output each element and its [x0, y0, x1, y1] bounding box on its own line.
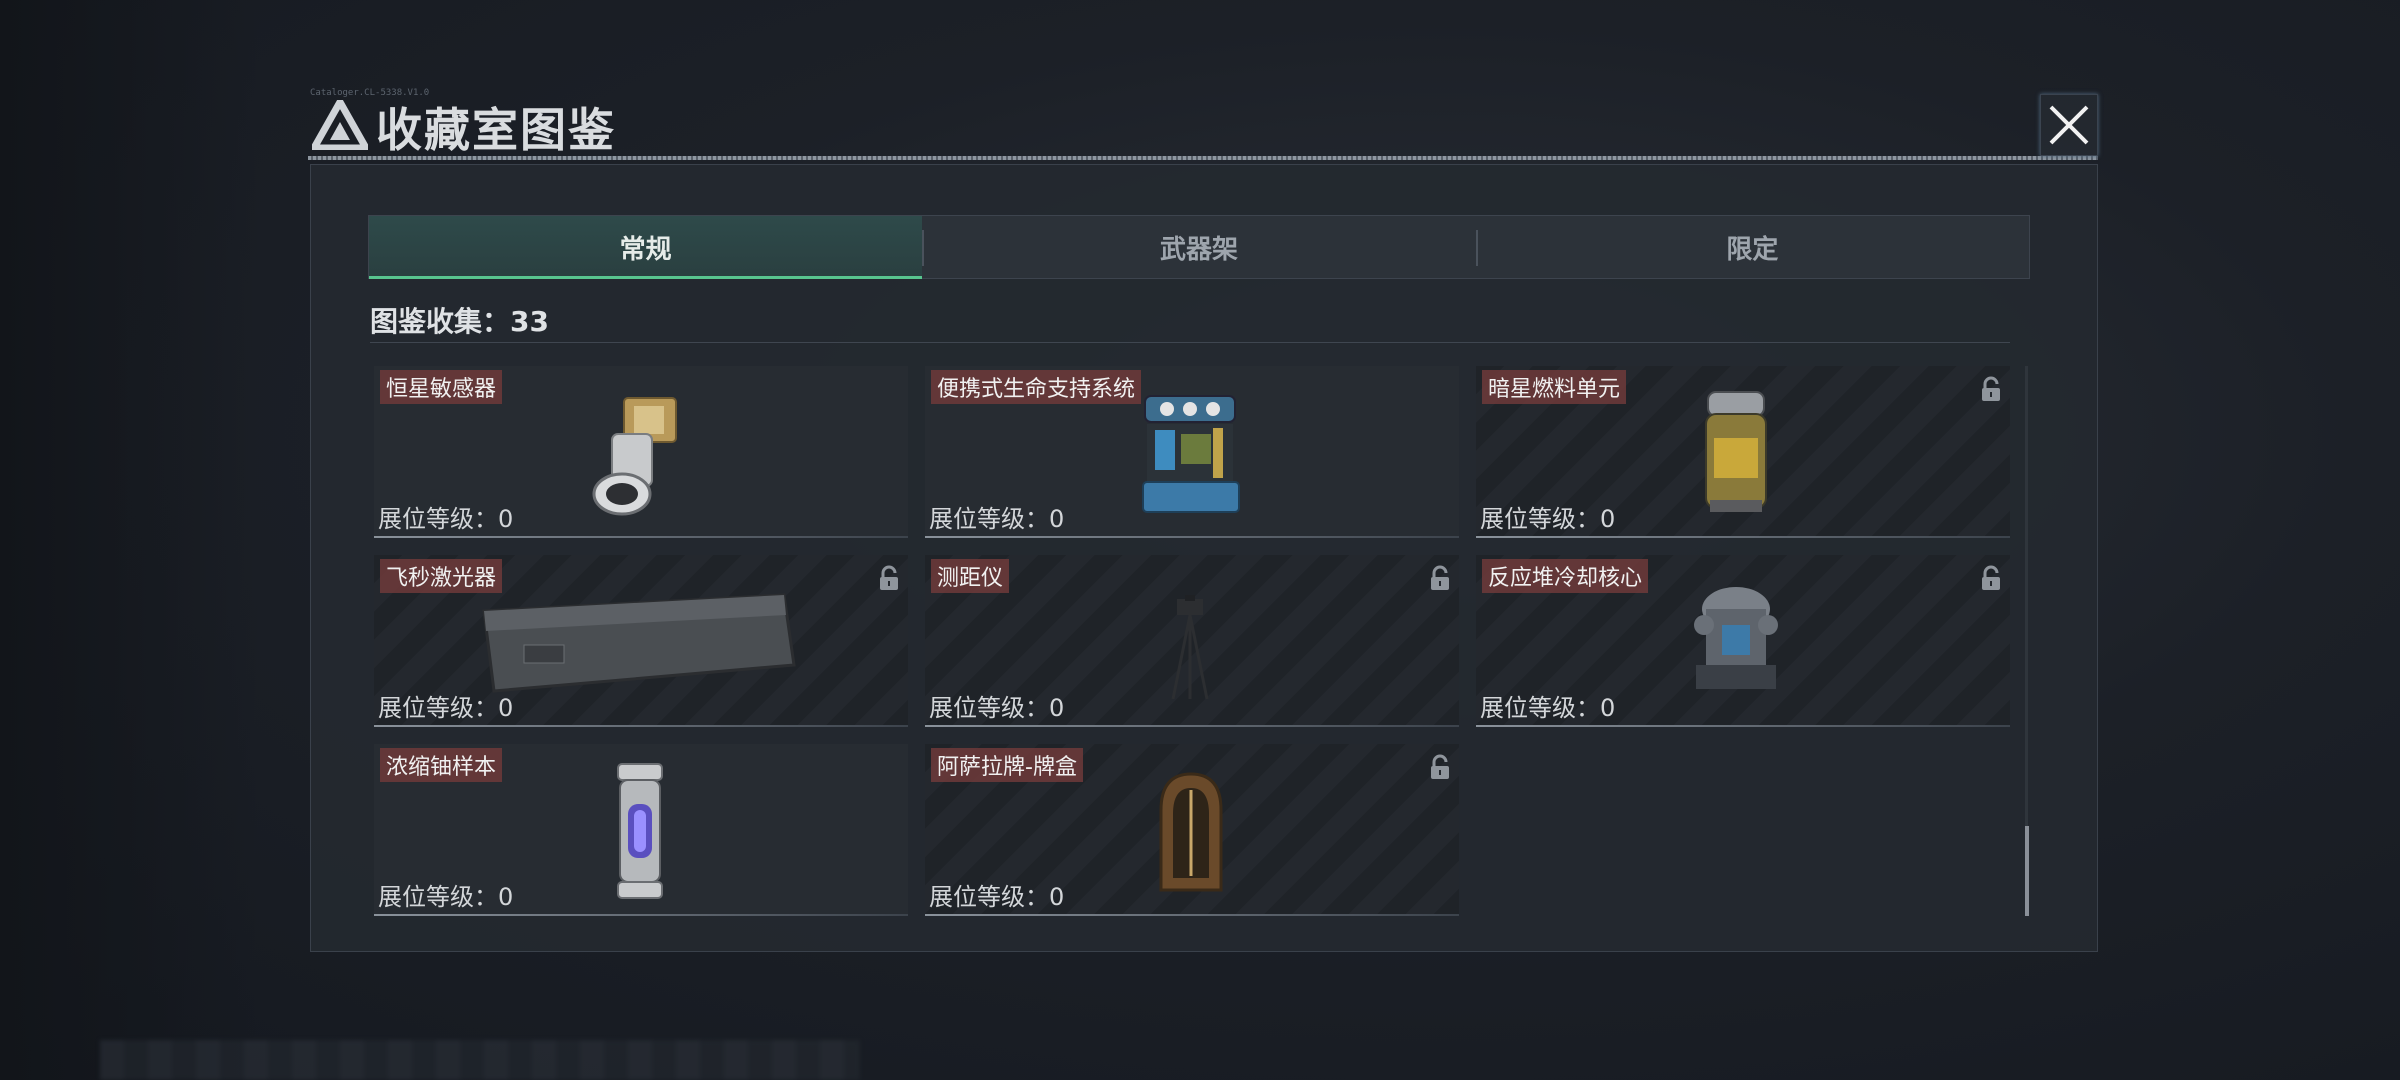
lock-icon — [1982, 565, 2000, 590]
card-name: 阿萨拉牌-牌盒 — [931, 748, 1083, 782]
catalog-card[interactable]: 便携式生命支持系统 展位等级：0 — [925, 366, 1459, 538]
catalog-card[interactable]: 浓缩铀样本 展位等级：0 — [374, 744, 908, 916]
laser-case-icon — [482, 593, 796, 693]
catalog-card[interactable]: 暗星燃料单元 展位等级：0 — [1476, 366, 2010, 538]
background-shade — [0, 0, 260, 1080]
background-blurred-text — [100, 1040, 860, 1080]
tab-label: 限定 — [1726, 234, 1779, 265]
lock-icon — [1982, 376, 2000, 401]
fuel-cell-icon — [1705, 391, 1767, 512]
title-bar: Cataloger.CL-5338.V1.0 收藏室图鉴 — [308, 88, 2098, 160]
card-name: 浓缩铀样本 — [380, 748, 503, 782]
uranium-capsule-icon — [617, 763, 663, 899]
tab-limited[interactable]: 限定 — [1475, 216, 2029, 278]
card-name: 恒星敏感器 — [380, 370, 503, 404]
booth-level: 展位等级：0 — [378, 694, 514, 722]
catalog-card[interactable]: 恒星敏感器 展位等级：0 — [374, 366, 908, 538]
tab-weapon-rack[interactable]: 武器架 — [922, 216, 1475, 278]
life-support-icon — [1142, 395, 1240, 513]
booth-level: 展位等级：0 — [929, 883, 1065, 911]
close-icon — [2049, 105, 2089, 145]
catalog-card[interactable]: 阿萨拉牌-牌盒 展位等级：0 — [925, 744, 1459, 916]
booth-level: 展位等级：0 — [378, 505, 514, 533]
reactor-core-icon — [1694, 587, 1778, 689]
catalog-card[interactable]: 飞秒激光器 展位等级：0 — [374, 555, 908, 727]
lock-icon — [880, 565, 898, 590]
card-name: 反应堆冷却核心 — [1482, 559, 1649, 593]
catalog-card[interactable]: 测距仪 展位等级：0 — [925, 555, 1459, 727]
lock-icon — [1431, 754, 1449, 779]
card-name: 便携式生命支持系统 — [931, 370, 1142, 404]
card-box-icon — [1159, 772, 1223, 892]
tab-label: 常规 — [619, 234, 672, 265]
tab-regular[interactable]: 常规 — [369, 216, 923, 279]
booth-level: 展位等级：0 — [929, 694, 1065, 722]
tab-label: 武器架 — [1159, 234, 1238, 265]
star-sensor-icon — [592, 397, 677, 516]
booth-level: 展位等级：0 — [1480, 505, 1616, 533]
tripod-icon — [1171, 595, 1209, 700]
page-title: 收藏室图鉴 — [376, 103, 616, 157]
tab-bar: 常规 武器架 限定 — [368, 215, 2030, 279]
card-name: 测距仪 — [931, 559, 1010, 593]
collection-count: 图鉴收集：33 — [370, 305, 549, 338]
card-name: 暗星燃料单元 — [1482, 370, 1627, 404]
lock-icon — [1431, 565, 1449, 590]
booth-level: 展位等级：0 — [929, 505, 1065, 533]
close-button[interactable] — [2040, 94, 2098, 156]
booth-level: 展位等级：0 — [1480, 694, 1616, 722]
booth-level: 展位等级：0 — [378, 883, 514, 911]
title-divider — [308, 156, 2098, 160]
catalog-card[interactable]: 反应堆冷却核心 展位等级：0 — [1476, 555, 2010, 727]
delta-logo-icon — [312, 100, 368, 150]
divider — [370, 342, 2010, 343]
scrollbar-thumb[interactable] — [2025, 826, 2029, 916]
